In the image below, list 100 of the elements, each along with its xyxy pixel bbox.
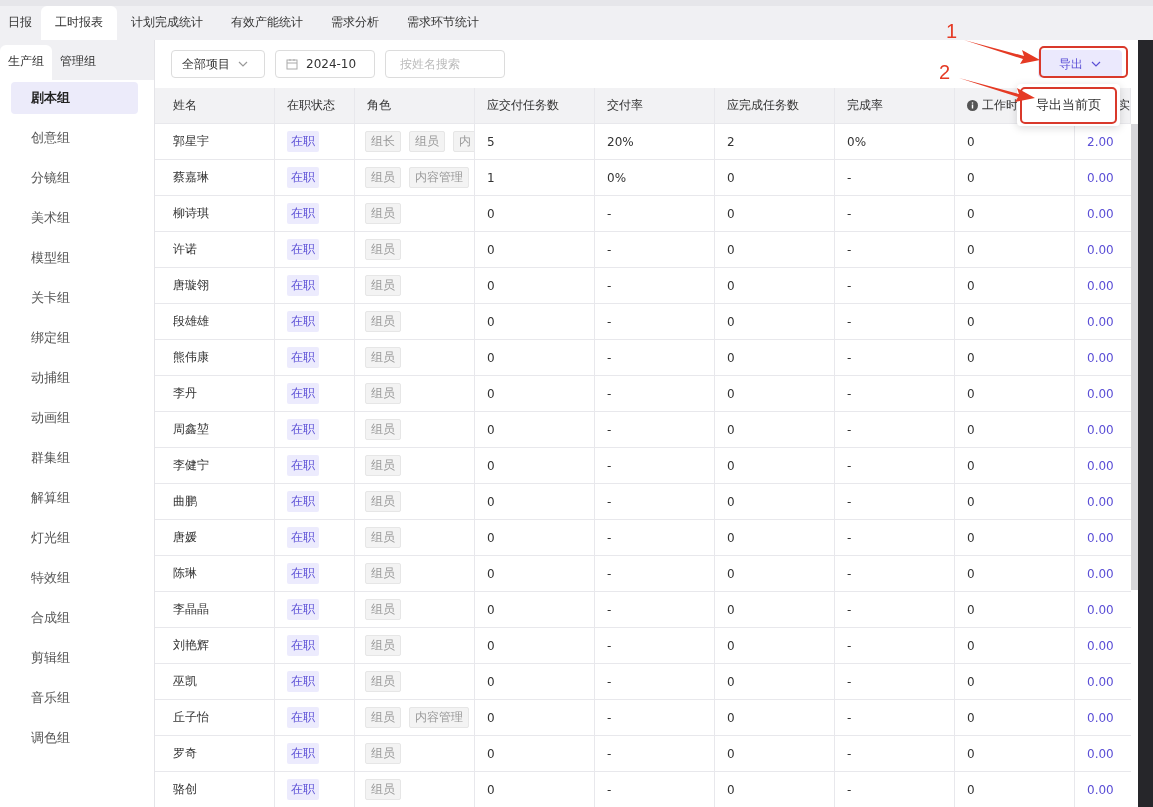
- status-tag: 在职: [287, 743, 319, 764]
- table-cell: 0: [475, 340, 595, 375]
- info-icon: [967, 100, 978, 111]
- report-tab[interactable]: 需求环节统计: [393, 6, 493, 40]
- table-cell: -: [595, 196, 715, 231]
- table-cell: -: [835, 700, 955, 735]
- table-cell: -: [595, 664, 715, 699]
- hours-link[interactable]: 0.00: [1075, 340, 1131, 375]
- table-cell: 0: [955, 736, 1075, 771]
- role-tag: 组员: [365, 707, 401, 728]
- group-tab[interactable]: 生产组: [0, 45, 52, 80]
- hours-link[interactable]: 0.00: [1075, 268, 1131, 303]
- name-cell: 巫凯: [155, 664, 275, 699]
- name-cell: 骆创: [155, 772, 275, 807]
- table-cell: 2: [715, 124, 835, 159]
- status-tag: 在职: [287, 347, 319, 368]
- calendar-icon: [286, 58, 298, 70]
- table-cell: -: [835, 664, 955, 699]
- status-tag: 在职: [287, 419, 319, 440]
- hours-link[interactable]: 0.00: [1075, 160, 1131, 195]
- export-button[interactable]: 导出: [1038, 50, 1122, 78]
- table-cell: 0%: [835, 124, 955, 159]
- month-picker[interactable]: 2024-10: [275, 50, 375, 78]
- sidebar-item[interactable]: 剪辑组: [11, 642, 138, 674]
- hours-link[interactable]: 0.00: [1075, 232, 1131, 267]
- table-cell: -: [835, 556, 955, 591]
- name-cell: 许诺: [155, 232, 275, 267]
- sidebar-item[interactable]: 动捕组: [11, 362, 138, 394]
- role-tag: 组员: [365, 635, 401, 656]
- status-tag: 在职: [287, 635, 319, 656]
- table-cell: -: [835, 484, 955, 519]
- hours-link[interactable]: 0.00: [1075, 664, 1131, 699]
- report-tab[interactable]: 计划完成统计: [117, 6, 217, 40]
- name-cell: 刘艳辉: [155, 628, 275, 663]
- sidebar-item[interactable]: 关卡组: [11, 282, 138, 314]
- table-cell: 0: [475, 556, 595, 591]
- table-cell: -: [595, 772, 715, 807]
- step-number: 1: [946, 20, 958, 43]
- step-number: 2: [939, 61, 951, 84]
- hours-link[interactable]: 0.00: [1075, 772, 1131, 807]
- hours-link[interactable]: 0.00: [1075, 376, 1131, 411]
- sidebar-item[interactable]: 美术组: [11, 202, 138, 234]
- sidebar-item[interactable]: 模型组: [11, 242, 138, 274]
- hours-link[interactable]: 0.00: [1075, 196, 1131, 231]
- sidebar-item[interactable]: 分镜组: [11, 162, 138, 194]
- status-tag: 在职: [287, 275, 319, 296]
- report-tab[interactable]: 有效产能统计: [217, 6, 317, 40]
- role-tag: 组员: [365, 743, 401, 764]
- hours-link[interactable]: 0.00: [1075, 700, 1131, 735]
- status-tag: 在职: [287, 203, 319, 224]
- hours-link[interactable]: 0.00: [1075, 736, 1131, 771]
- name-cell: 李健宁: [155, 448, 275, 483]
- table-cell: 0: [475, 736, 595, 771]
- table-cell: -: [835, 376, 955, 411]
- scrollbar-thumb[interactable]: [1131, 124, 1138, 590]
- sidebar-item[interactable]: 群集组: [11, 442, 138, 474]
- status-tag: 在职: [287, 563, 319, 584]
- report-tab[interactable]: 日报: [0, 6, 41, 40]
- name-cell: 唐媛: [155, 520, 275, 555]
- table-cell: 0: [475, 268, 595, 303]
- table-cell: -: [595, 484, 715, 519]
- sidebar-item[interactable]: 动画组: [11, 402, 138, 434]
- sidebar-item[interactable]: 特效组: [11, 562, 138, 594]
- report-tab[interactable]: 工时报表: [41, 6, 117, 40]
- hours-link[interactable]: 0.00: [1075, 448, 1131, 483]
- table-cell: 0: [475, 592, 595, 627]
- table-cell: -: [595, 736, 715, 771]
- sidebar-item[interactable]: 音乐组: [11, 682, 138, 714]
- role-tag: 组员: [365, 599, 401, 620]
- hours-link[interactable]: 0.00: [1075, 556, 1131, 591]
- table-cell: 0: [955, 232, 1075, 267]
- sidebar-item[interactable]: 创意组: [11, 122, 138, 154]
- role-tag: 组员: [365, 311, 401, 332]
- group-tab[interactable]: 管理组: [52, 45, 104, 80]
- table-cell: -: [835, 304, 955, 339]
- hours-link[interactable]: 0.00: [1075, 520, 1131, 555]
- header-text: 应完成任务数: [727, 97, 799, 114]
- table-cell: 0: [475, 448, 595, 483]
- sidebar-item[interactable]: 剧本组: [11, 82, 138, 114]
- report-tab[interactable]: 需求分析: [317, 6, 393, 40]
- name-cell: 罗奇: [155, 736, 275, 771]
- hours-link[interactable]: 2.00: [1075, 124, 1131, 159]
- header-text: 在职状态: [287, 97, 335, 114]
- table-cell: 0: [715, 448, 835, 483]
- role-tag: 组员: [365, 203, 401, 224]
- hours-link[interactable]: 0.00: [1075, 592, 1131, 627]
- hours-link[interactable]: 0.00: [1075, 484, 1131, 519]
- search-field[interactable]: 按姓名搜索: [385, 50, 505, 78]
- hours-link[interactable]: 0.00: [1075, 304, 1131, 339]
- project-select[interactable]: 全部项目: [171, 50, 265, 78]
- name-cell: 段雄雄: [155, 304, 275, 339]
- sidebar-item[interactable]: 调色组: [11, 722, 138, 754]
- sidebar-item[interactable]: 灯光组: [11, 522, 138, 554]
- sidebar-item[interactable]: 解算组: [11, 482, 138, 514]
- hours-link[interactable]: 0.00: [1075, 412, 1131, 447]
- hours-link[interactable]: 0.00: [1075, 628, 1131, 663]
- status-tag: 在职: [287, 491, 319, 512]
- table-cell: -: [835, 592, 955, 627]
- sidebar-item[interactable]: 合成组: [11, 602, 138, 634]
- sidebar-item[interactable]: 绑定组: [11, 322, 138, 354]
